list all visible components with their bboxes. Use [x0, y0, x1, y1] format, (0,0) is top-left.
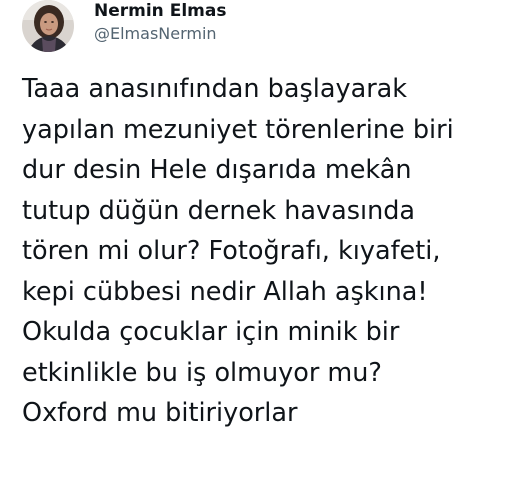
author-names: Nermin Elmas @ElmasNermin: [94, 0, 226, 46]
avatar[interactable]: [22, 0, 74, 52]
tweet-text-line: kepi cübbesi nedir Allah aşkına!: [22, 276, 428, 307]
tweet-text-line: Okulda çocuklar için minik bir: [22, 317, 400, 347]
tweet-card: Nermin Elmas @ElmasNermin Taaa anasınıfı…: [0, 0, 526, 502]
tweet-header: Nermin Elmas @ElmasNermin: [22, 0, 226, 56]
tweet-text-line: dur desin Hele dışarıda mekân: [22, 155, 412, 185]
tweet-text-line: yapılan mezuniyet törenlerine biri: [22, 114, 454, 145]
tweet-text-line: Oxford mu bitiriyorlar: [22, 398, 298, 428]
tweet-text-line: etkinlikle bu iş olmuyor mu?: [22, 357, 382, 388]
tweet-text-line: tutup düğün dernek havasında: [22, 195, 416, 226]
author-display-name[interactable]: Nermin Elmas: [94, 0, 226, 22]
profile-photo-icon: [22, 0, 74, 52]
tweet-text-line: tören mi olur? Fotoğrafı, kıyafeti,: [22, 236, 441, 266]
tweet-text-line: Taaa anasınıfından başlayarak: [22, 74, 408, 104]
author-handle[interactable]: @ElmasNermin: [94, 22, 226, 46]
tweet-text: Taaa anasınıfından başlayarak yapılan me…: [22, 69, 522, 434]
